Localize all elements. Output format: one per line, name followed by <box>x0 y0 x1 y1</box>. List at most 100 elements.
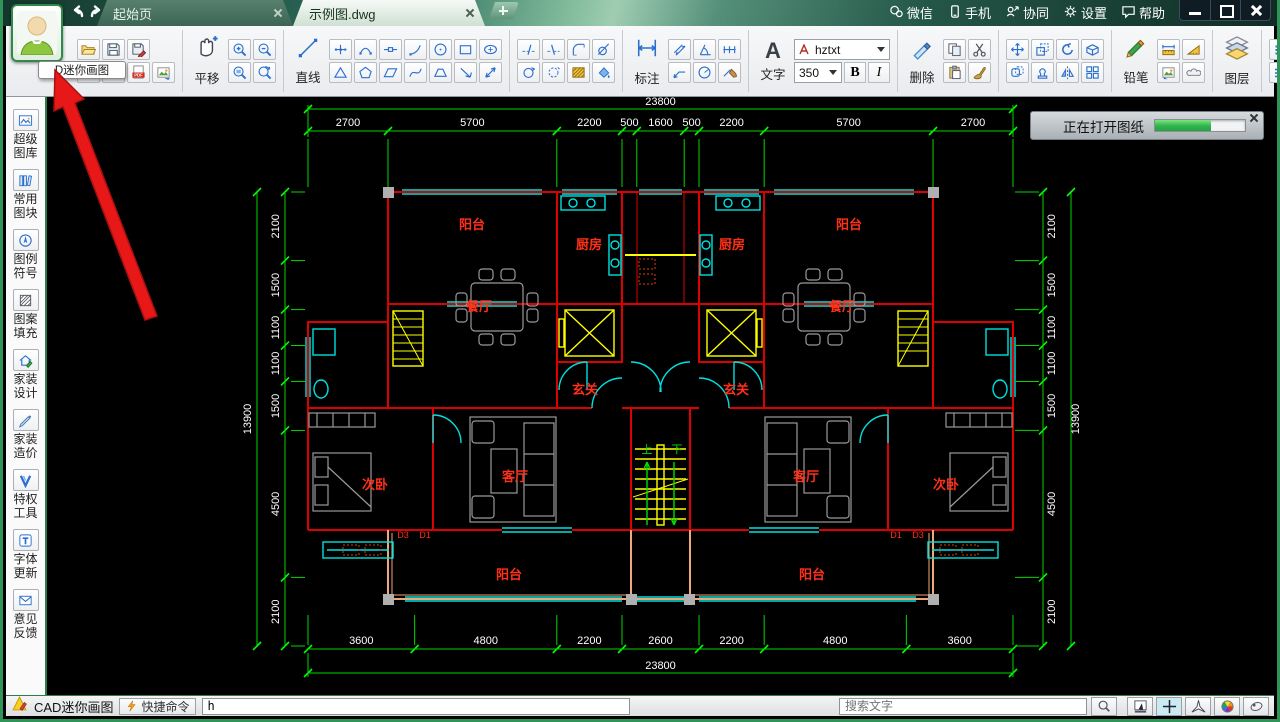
user-avatar-button[interactable] <box>11 4 63 62</box>
zoom-in-button[interactable] <box>228 39 251 60</box>
fillet-button[interactable] <box>567 39 590 60</box>
sidebar-item-font-update[interactable]: 字体更新 <box>13 529 39 580</box>
drawing-canvas[interactable]: 2700570022005001600500220057002700238003… <box>47 97 1274 695</box>
bold-button[interactable]: B <box>844 62 866 83</box>
save-as-button[interactable] <box>127 39 150 60</box>
mobile-button[interactable]: 手机 <box>947 3 991 22</box>
move-button[interactable] <box>1006 39 1029 60</box>
mirror-button[interactable] <box>1056 62 1079 83</box>
close-button[interactable] <box>1240 0 1270 20</box>
arc-button[interactable] <box>354 39 377 60</box>
revision-cloud-button[interactable] <box>1182 62 1205 83</box>
tab-close-icon[interactable] <box>273 8 283 18</box>
dim-style-button[interactable] <box>718 62 741 83</box>
sidebar-item-home-cost[interactable]: 家装造价 <box>13 409 39 460</box>
back-arrow-icon[interactable] <box>69 4 85 20</box>
sidebar-item-feedback[interactable]: 意见反馈 <box>13 589 39 640</box>
maximize-button[interactable] <box>1210 0 1240 20</box>
rectangle-button[interactable] <box>454 39 477 60</box>
pencil-icon[interactable] <box>1124 36 1148 65</box>
tangent-circle-button[interactable] <box>592 39 615 60</box>
dim-aligned-button[interactable] <box>668 39 691 60</box>
minimize-button[interactable] <box>1180 0 1210 20</box>
image-export-button[interactable] <box>152 62 175 83</box>
new-tab-button[interactable] <box>489 2 519 19</box>
dim-leader-button[interactable] <box>668 62 691 83</box>
spline-button[interactable] <box>404 62 427 83</box>
help-button[interactable]: 帮助 <box>1121 3 1165 22</box>
fill-color-button[interactable] <box>592 62 615 83</box>
toast-close-icon[interactable] <box>1249 113 1259 123</box>
break-circle-button[interactable] <box>517 62 540 83</box>
rotate-button[interactable] <box>1056 39 1079 60</box>
tab-start-page[interactable]: 起始页 <box>97 0 293 26</box>
dashlines-button[interactable] <box>1269 62 1280 83</box>
measure-length-button[interactable] <box>1157 39 1180 60</box>
zoom-window-button[interactable] <box>228 62 251 83</box>
double-arrow-button[interactable] <box>479 62 502 83</box>
rotate-3d-button[interactable] <box>1081 39 1104 60</box>
crosshair-button[interactable] <box>1156 697 1182 716</box>
insert-image-button[interactable] <box>1157 62 1180 83</box>
trim-button[interactable] <box>517 39 540 60</box>
parallelogram-button[interactable] <box>379 62 402 83</box>
circle-button[interactable] <box>429 39 452 60</box>
revision-circle-button[interactable] <box>542 62 565 83</box>
open-file-button[interactable] <box>77 39 100 60</box>
italic-button[interactable]: I <box>868 62 890 83</box>
pdf-export-button[interactable]: PDF <box>127 62 150 83</box>
measure-area-button[interactable] <box>1182 39 1205 60</box>
dim-linear-icon[interactable] <box>634 35 660 66</box>
sidebar-item-vip[interactable]: 特权工具 <box>13 469 39 520</box>
polyline-button[interactable] <box>329 39 352 60</box>
collab-button[interactable]: 协同 <box>1005 3 1049 22</box>
layers-icon[interactable] <box>1224 35 1250 66</box>
save-file-button[interactable] <box>102 39 125 60</box>
extend-button[interactable] <box>542 39 565 60</box>
tab-drawing[interactable]: 示例图.dwg <box>293 0 485 26</box>
stamp-button[interactable] <box>1031 62 1054 83</box>
quick-command-button[interactable]: 快捷命令 <box>119 698 196 715</box>
zoom-extents-button[interactable] <box>253 62 276 83</box>
command-input[interactable] <box>202 698 630 715</box>
paste-button[interactable] <box>943 62 966 83</box>
cut-button[interactable] <box>968 39 991 60</box>
wechat-button[interactable]: 微信 <box>889 3 933 22</box>
sidebar-item-home-design[interactable]: 家装设计 <box>13 349 39 400</box>
dim-radius-button[interactable] <box>693 62 716 83</box>
curve-button[interactable] <box>404 39 427 60</box>
offset-button[interactable] <box>1006 62 1029 83</box>
polar-tracking-button[interactable] <box>1185 697 1211 716</box>
sidebar-item-gallery[interactable]: 超级图库 <box>13 109 39 160</box>
hatch-button[interactable] <box>567 62 590 83</box>
format-brush-button[interactable] <box>968 62 991 83</box>
arrow-button[interactable] <box>454 62 477 83</box>
tab-close-icon[interactable] <box>465 8 475 18</box>
font-size-select[interactable]: 350 <box>794 62 842 83</box>
midline-button[interactable] <box>379 39 402 60</box>
triangle-button[interactable] <box>329 62 352 83</box>
settings-button[interactable]: 设置 <box>1063 3 1107 22</box>
color-wheel-mini-button[interactable] <box>1214 697 1240 716</box>
search-button[interactable] <box>1091 697 1117 716</box>
pentagon-button[interactable] <box>354 62 377 83</box>
sidebar-item-hatch-fill[interactable]: 图案填充 <box>13 289 39 340</box>
dim-angular-button[interactable] <box>693 39 716 60</box>
text-tool-icon[interactable]: A <box>765 40 781 62</box>
osnap-button[interactable] <box>1127 697 1153 716</box>
lineweight-button[interactable] <box>1243 697 1269 716</box>
font-select[interactable]: hztxt <box>794 39 890 60</box>
zoom-out-button[interactable] <box>253 39 276 60</box>
sidebar-item-blocks[interactable]: 常用图块 <box>13 169 39 220</box>
ellipse-button[interactable] <box>479 39 502 60</box>
scale-button[interactable] <box>1031 39 1054 60</box>
erase-pen-icon[interactable] <box>910 36 934 65</box>
trapezoid-button[interactable] <box>429 62 452 83</box>
pan-hand-icon[interactable] <box>194 35 220 66</box>
sidebar-item-symbols[interactable]: 图例符号 <box>13 229 39 280</box>
dim-continue-button[interactable] <box>718 39 741 60</box>
search-input[interactable] <box>839 698 1087 715</box>
copy-button[interactable] <box>943 39 966 60</box>
array-button[interactable] <box>1081 62 1104 83</box>
line-tool-icon[interactable] <box>296 36 320 65</box>
